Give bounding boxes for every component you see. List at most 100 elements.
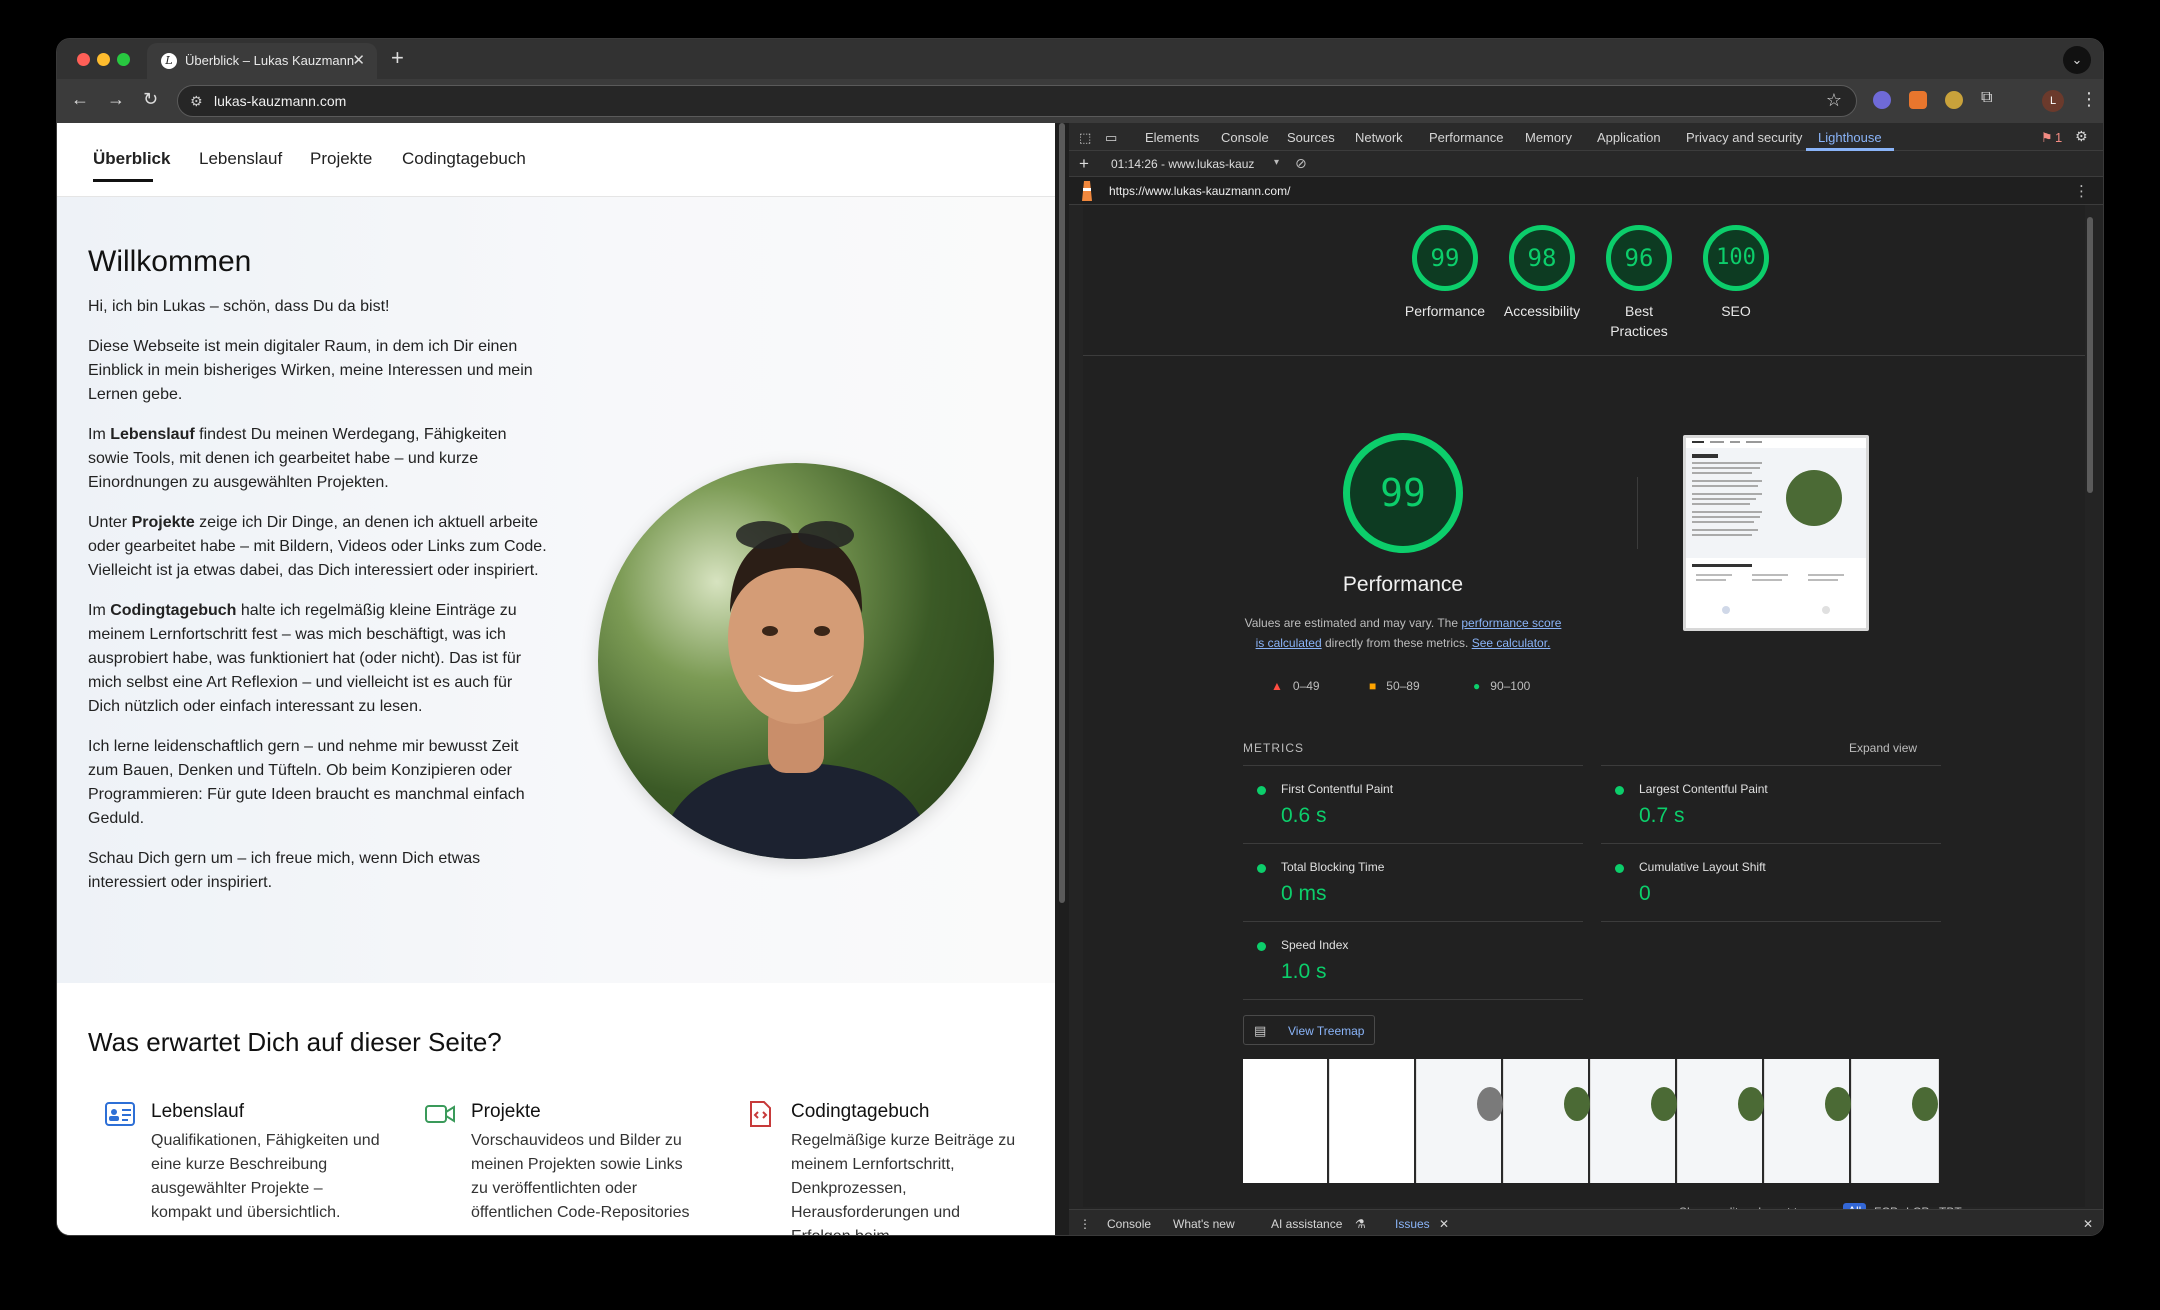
extension-3-icon[interactable]	[1945, 91, 1963, 109]
feature-coding-diary-body: Regelmäßige kurze Beiträge zu meinem Ler…	[791, 1132, 1016, 1235]
forward-arrow-icon[interactable]: →	[107, 89, 125, 110]
metric-name: Largest Contentful Paint	[1639, 782, 1768, 796]
filmstrip-frame	[1504, 1059, 1590, 1183]
back-arrow-icon[interactable]: ←	[71, 89, 89, 110]
lighthouse-toolbar: + 01:14:26 - www.lukas-kauz ▾ ⊘	[1069, 151, 2103, 177]
tab-search-icon[interactable]: ⌄	[2063, 46, 2091, 74]
issues-count[interactable]: 1	[2055, 130, 2062, 145]
drawer-menu-icon[interactable]: ⋮	[1079, 1217, 1091, 1231]
report-scrollbar-thumb[interactable]	[2087, 217, 2093, 493]
devtools-tab-console[interactable]: Console	[1221, 130, 1269, 145]
greeting: Hi, ich bin Lukas – schön, dass Du da bi…	[88, 298, 390, 315]
lighthouse-logo-icon	[1079, 181, 1095, 201]
reload-icon[interactable]: ↻	[143, 89, 158, 110]
close-issues-tab-icon[interactable]: ✕	[1439, 1217, 1449, 1231]
score-gauge-seo[interactable]: 100 SEO	[1688, 225, 1784, 321]
drawer-tab-issues[interactable]: Issues	[1395, 1217, 1430, 1231]
devtools-panel: ⬚ ▭ Elements Console Sources Network Per…	[1069, 123, 2103, 1235]
title-bar: L Überblick – Lukas Kauzmann ✕ + ⌄	[57, 39, 2103, 79]
minimize-window-button[interactable]	[97, 53, 110, 66]
webpage: Überblick Lebenslauf Projekte Codingtage…	[57, 123, 1055, 1235]
close-window-button[interactable]	[77, 53, 90, 66]
extension-2-icon[interactable]	[1909, 91, 1927, 109]
filmstrip-frame	[1678, 1059, 1764, 1183]
nav-link-projects[interactable]: Projekte	[310, 149, 372, 169]
profile-avatar[interactable]: L	[2042, 90, 2064, 112]
metric-value: 0	[1639, 882, 1651, 905]
report-scrollbar[interactable]	[2085, 213, 2095, 1207]
score-gauge-best-practices[interactable]: 96 Best Practices	[1591, 225, 1687, 341]
devtools-tab-elements[interactable]: Elements	[1145, 130, 1199, 145]
devtools-tab-network[interactable]: Network	[1355, 130, 1403, 145]
extension-1-icon[interactable]	[1873, 91, 1891, 109]
pass-dot-icon	[1615, 864, 1624, 873]
devtools-tab-sources[interactable]: Sources	[1287, 130, 1335, 145]
site-info-icon[interactable]: ⚙	[190, 93, 203, 110]
tab-favicon-icon: L	[161, 53, 177, 69]
pass-dot-icon	[1257, 786, 1266, 795]
score-label: Performance	[1404, 303, 1486, 319]
view-treemap-button[interactable]: ▤ View Treemap	[1243, 1015, 1375, 1045]
report-selector[interactable]: 01:14:26 - www.lukas-kauz	[1111, 157, 1254, 171]
new-tab-icon[interactable]: +	[391, 45, 404, 71]
drawer-tab-ai-assistance[interactable]: AI assistance	[1271, 1217, 1342, 1231]
final-screenshot[interactable]	[1683, 435, 1869, 631]
address-url[interactable]: lukas-kauzmann.com	[214, 93, 346, 109]
drawer-tab-console[interactable]: Console	[1107, 1217, 1151, 1231]
report-menu-icon[interactable]: ⋮	[2074, 182, 2089, 200]
close-tab-icon[interactable]: ✕	[352, 51, 365, 69]
square-icon: ■	[1369, 679, 1377, 693]
devtools-tab-application[interactable]: Application	[1597, 130, 1661, 145]
pass-dot-icon	[1257, 942, 1266, 951]
score-gauge-accessibility[interactable]: 98 Accessibility	[1494, 225, 1590, 321]
report-url-bar: https://www.lukas-kauzmann.com/ ⋮	[1069, 177, 2103, 205]
issues-flag-icon[interactable]: ⚑	[2041, 130, 2053, 146]
extensions-puzzle-icon[interactable]: ⧉	[1981, 89, 1992, 107]
metric-tbt: Total Blocking Time 0 ms	[1243, 843, 1583, 921]
devtools-tab-performance[interactable]: Performance	[1429, 130, 1503, 145]
filmstrip-frame	[1591, 1059, 1677, 1183]
report-dropdown-icon[interactable]: ▾	[1274, 157, 1279, 168]
score-label: Accessibility	[1503, 303, 1581, 319]
feature-projects: Projekte Vorschauvideos und Bilder zu me…	[425, 1101, 701, 1225]
browser-menu-icon[interactable]: ⋮	[2080, 89, 2098, 110]
divider	[1637, 477, 1638, 549]
devtools-tab-memory[interactable]: Memory	[1525, 130, 1572, 145]
tab-title: Überblick – Lukas Kauzmann	[185, 53, 355, 68]
nav-link-coding-diary[interactable]: Codingtagebuch	[402, 149, 526, 169]
score-gauge-performance[interactable]: 99 Performance	[1397, 225, 1493, 321]
treemap-icon: ▤	[1254, 1023, 1267, 1038]
new-report-plus-icon[interactable]: +	[1079, 154, 1089, 174]
nav-link-resume[interactable]: Lebenslauf	[199, 149, 282, 169]
site-navigation: Überblick Lebenslauf Projekte Codingtage…	[57, 123, 1055, 197]
drawer-tab-whats-new[interactable]: What's new	[1173, 1217, 1235, 1231]
browser-tab[interactable]: L Überblick – Lukas Kauzmann ✕	[147, 43, 377, 79]
report-url[interactable]: https://www.lukas-kauzmann.com/	[1109, 184, 1290, 198]
code-file-icon	[750, 1101, 771, 1127]
nav-link-overview[interactable]: Überblick	[93, 149, 170, 169]
clear-reports-icon[interactable]: ⊘	[1295, 155, 1307, 172]
devtools-settings-gear-icon[interactable]: ⚙	[2075, 128, 2088, 145]
page-scrollbar[interactable]	[1055, 123, 1069, 1235]
devtools-tab-lighthouse[interactable]: Lighthouse	[1818, 130, 1882, 145]
filmstrip-frame	[1243, 1059, 1329, 1183]
intro-paragraph-1: Diese Webseite ist mein digitaler Raum, …	[88, 338, 533, 403]
maximize-window-button[interactable]	[117, 53, 130, 66]
see-calculator-link[interactable]: See calculator.	[1472, 636, 1551, 650]
inspect-element-icon[interactable]: ⬚	[1079, 130, 1091, 146]
address-bar[interactable]: ⚙ lukas-kauzmann.com ☆	[177, 85, 1857, 117]
bookmark-star-icon[interactable]: ☆	[1826, 90, 1842, 111]
metric-cls: Cumulative Layout Shift 0	[1601, 843, 1941, 921]
score-label: Best Practices	[1610, 303, 1668, 339]
page-scrollbar-thumb[interactable]	[1059, 123, 1065, 903]
metric-value: 0 ms	[1281, 882, 1327, 905]
devtools-tab-privacy[interactable]: Privacy and security	[1686, 130, 1802, 145]
hero-section: Willkommen Hi, ich bin Lukas – schön, da…	[57, 197, 1055, 983]
filmstrip-frame	[1330, 1059, 1416, 1183]
score-value: 96	[1606, 225, 1672, 291]
expand-view-toggle[interactable]: Expand view	[1849, 741, 1917, 755]
metric-value: 0.7 s	[1639, 804, 1685, 827]
lighthouse-report: 99 Performance 98 Accessibility 96 Best …	[1083, 205, 2085, 1219]
close-drawer-icon[interactable]: ✕	[2083, 1217, 2093, 1231]
device-toolbar-icon[interactable]: ▭	[1105, 130, 1117, 146]
